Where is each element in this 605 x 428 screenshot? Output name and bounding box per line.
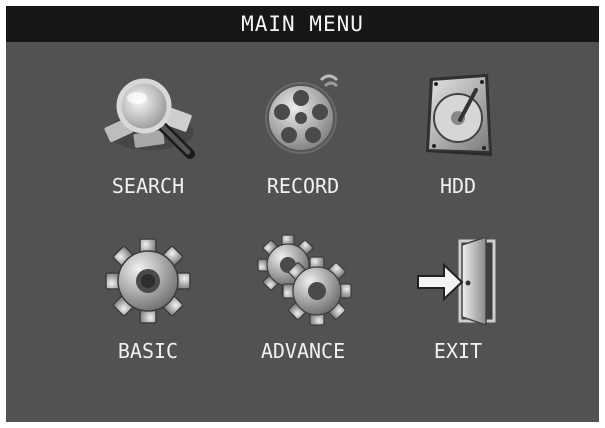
film-reel-icon bbox=[253, 66, 353, 166]
main-menu-screen: MAIN MENU SEARCH RECORD HDD BASIC ADVANC… bbox=[6, 6, 599, 422]
menu-item-exit[interactable]: EXIT bbox=[383, 231, 533, 381]
menu-item-basic[interactable]: BASIC bbox=[73, 231, 223, 381]
exit-door-icon bbox=[408, 231, 508, 331]
menu-item-label: BASIC bbox=[117, 339, 179, 363]
menu-title: MAIN MENU bbox=[241, 12, 364, 36]
magnifier-icon bbox=[98, 66, 198, 166]
menu-item-advance[interactable]: ADVANCE bbox=[228, 231, 378, 381]
menu-item-label: EXIT bbox=[433, 339, 483, 363]
menu-item-label: HDD bbox=[439, 174, 477, 198]
gear-icon bbox=[98, 231, 198, 331]
menu-item-record[interactable]: RECORD bbox=[228, 66, 378, 216]
gears-icon bbox=[253, 231, 353, 331]
menu-item-hdd[interactable]: HDD bbox=[383, 66, 533, 216]
menu-item-label: ADVANCE bbox=[260, 339, 346, 363]
menu-item-search[interactable]: SEARCH bbox=[73, 66, 223, 216]
title-bar: MAIN MENU bbox=[6, 6, 599, 42]
hard-drive-icon bbox=[408, 66, 508, 166]
menu-item-label: SEARCH bbox=[111, 174, 185, 198]
menu-item-label: RECORD bbox=[266, 174, 340, 198]
